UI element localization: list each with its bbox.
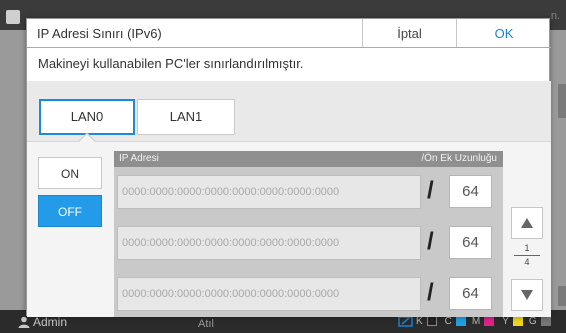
prefix-separator: / [427,279,434,306]
page-total: 4 [524,257,530,267]
prefix-separator: / [427,228,434,255]
triangle-up-icon [521,218,533,228]
ink-g-label: G [528,315,537,327]
prefix-length-column-label: /Ön Ek Uzunluğu [421,153,497,164]
background-side-tab [558,286,566,306]
ip-address-field[interactable]: 0000:0000:0000:0000:0000:0000:0000:0000 [117,277,421,311]
background-header-text: n. [550,10,560,22]
ipv6-restriction-dialog: IP Adresi Sınırı (IPv6) İptal OK Makiney… [26,18,551,317]
page-indicator: 1 4 [511,243,543,268]
page-current: 1 [524,243,530,253]
background-side-tab [558,84,566,118]
cancel-button[interactable]: İptal [363,19,457,47]
dialog-message: Makineyi kullanabilen PC'ler sınırlandır… [38,56,304,71]
ip-address-column-label: IP Adresi [119,153,159,164]
machine-status: Atıl [198,318,214,330]
ink-m-label: M [471,315,481,327]
prefix-length-field[interactable]: 64 [449,277,492,310]
scroll-up-button[interactable] [511,207,543,239]
prefix-length-field[interactable]: 64 [449,175,492,208]
ink-y-label: Y [502,315,509,327]
off-button[interactable]: OFF [38,195,102,227]
home-icon [6,10,20,24]
ink-m-swatch [484,316,495,326]
on-button[interactable]: ON [38,157,102,189]
ink-c-label: C [444,315,452,327]
ip-address-field[interactable]: 0000:0000:0000:0000:0000:0000:0000:0000 [117,175,421,209]
ink-c-swatch [455,316,466,326]
prefix-length-field[interactable]: 64 [449,226,492,259]
ink-k-label: K [416,315,423,327]
scroll-down-button[interactable] [511,279,543,311]
ink-g-swatch [540,316,551,326]
tab-lan0[interactable]: LAN0 [39,99,135,135]
ink-k-swatch [426,316,437,326]
ip-row: 0000:0000:0000:0000:0000:0000:0000:0000 … [114,171,503,213]
tab-lan1[interactable]: LAN1 [137,99,235,135]
page-divider [514,255,540,256]
ip-address-field[interactable]: 0000:0000:0000:0000:0000:0000:0000:0000 [117,226,421,260]
ip-table-header: IP Adresi /Ön Ek Uzunluğu [114,151,503,167]
user-name: Admin [33,315,68,329]
ip-row: 0000:0000:0000:0000:0000:0000:0000:0000 … [114,222,503,264]
user-indicator: Admin [18,315,67,329]
user-icon [18,316,30,328]
prefix-separator: / [427,177,434,204]
ip-row: 0000:0000:0000:0000:0000:0000:0000:0000 … [114,273,503,315]
ok-button[interactable]: OK [457,19,551,47]
dialog-header: IP Adresi Sınırı (IPv6) İptal OK [27,19,551,48]
dialog-title: IP Adresi Sınırı (IPv6) [27,19,363,47]
ink-y-swatch [512,316,523,326]
triangle-down-icon [521,290,533,300]
